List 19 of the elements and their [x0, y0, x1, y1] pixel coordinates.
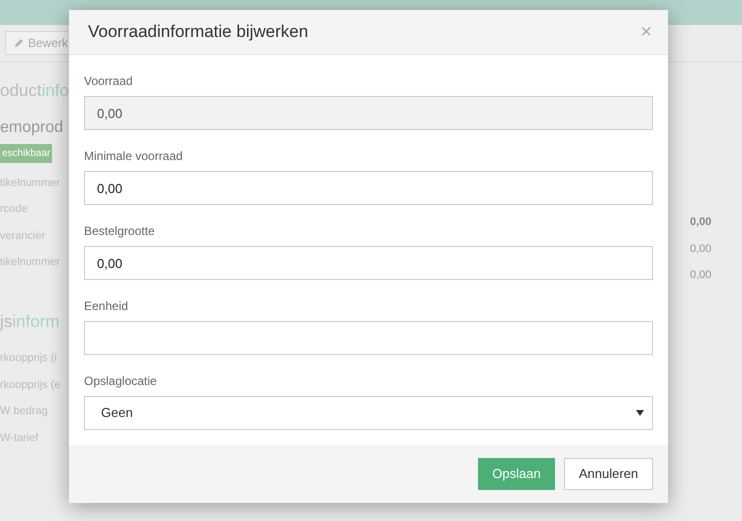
- cancel-button[interactable]: Annuleren: [564, 458, 653, 490]
- input-field[interactable]: 0,00: [84, 246, 653, 280]
- value-text: 0,00: [690, 242, 712, 256]
- value-text: 0,00: [690, 215, 712, 230]
- field-label: Opslaglocatie: [84, 373, 158, 390]
- field-label: Minimale voorraad: [84, 148, 184, 165]
- value-text: 0,00: [690, 268, 712, 283]
- caret-icon: [636, 410, 644, 416]
- location-select[interactable]: Geen: [84, 396, 653, 430]
- status-badge: eschikbaar: [0, 144, 52, 162]
- dialog-title: Voorraadinformatie bijwerken: [88, 21, 308, 44]
- input-field[interactable]: 0,00: [84, 171, 653, 205]
- select-value: Geen: [101, 404, 133, 422]
- product-name: emoprod: [0, 118, 64, 138]
- input-field[interactable]: [84, 321, 653, 355]
- field-label: Bestelgrootte: [84, 223, 156, 240]
- field-label: Voorraad: [84, 73, 134, 90]
- field-label: Eenheid: [84, 298, 130, 315]
- pencil-icon: [14, 38, 24, 48]
